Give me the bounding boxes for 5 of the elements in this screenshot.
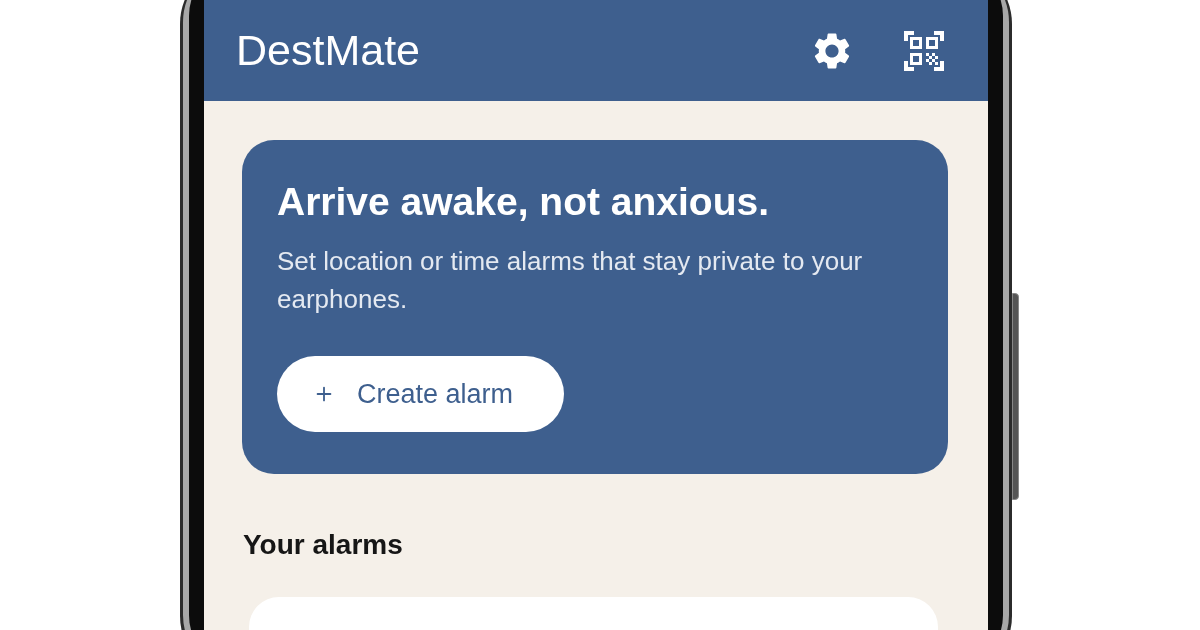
section-heading: Your alarms [243, 530, 403, 560]
hero-title: Arrive awake, not anxious. [277, 180, 770, 224]
app-title: DestMate [236, 29, 420, 72]
hero-subtitle: Set location or time alarms that stay private to your earphones. [277, 245, 864, 316]
create-alarm-button[interactable]: Create alarm [277, 356, 564, 432]
